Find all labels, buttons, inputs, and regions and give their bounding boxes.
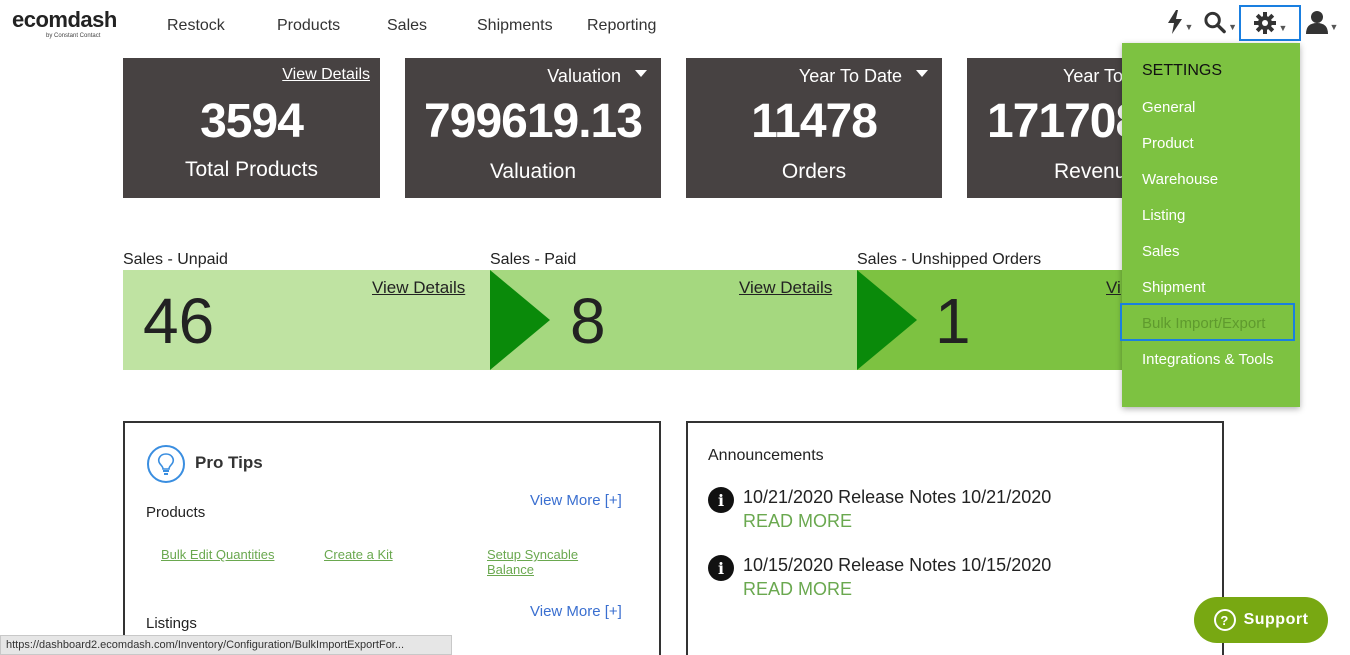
- lightning-icon: [1167, 10, 1182, 34]
- tile-value: 3594: [200, 95, 304, 148]
- listings-section-title: Listings: [146, 615, 197, 632]
- tile-valuation: Valuation 799619.13 Valuation: [405, 58, 661, 198]
- sales-paid-strip: 8 View Details: [490, 270, 857, 370]
- settings-item-shipment[interactable]: Shipment: [1142, 279, 1205, 296]
- caret-down-icon[interactable]: [635, 70, 647, 77]
- settings-title: SETTINGS: [1142, 62, 1223, 79]
- sales-value: 46: [143, 285, 215, 357]
- tile-caption: Valuation: [489, 160, 576, 183]
- view-details-link[interactable]: Vi: [1106, 278, 1121, 298]
- pro-tips-panel: Pro Tips Products View More [+] Bulk Edi…: [123, 421, 661, 655]
- info-icon: i: [708, 487, 734, 513]
- tile-header[interactable]: Valuation: [547, 66, 621, 87]
- tile-value: 799619.13: [424, 95, 643, 148]
- nav-sales[interactable]: Sales: [387, 17, 427, 35]
- question-icon: ?: [1213, 609, 1236, 631]
- info-icon: i: [708, 555, 734, 581]
- pro-tips-title: Pro Tips: [195, 453, 263, 472]
- read-more-link[interactable]: READ MORE: [743, 511, 852, 532]
- lightning-menu[interactable]: ▼: [1163, 6, 1197, 38]
- tip-link-syncable-balance[interactable]: Setup Syncable Balance: [487, 547, 607, 577]
- settings-item-warehouse[interactable]: Warehouse: [1142, 171, 1218, 188]
- products-section-title: Products: [146, 504, 206, 521]
- tile-caption: Revenu: [1054, 160, 1127, 183]
- nav-shipments[interactable]: Shipments: [477, 17, 553, 35]
- settings-menu-button[interactable]: ▼: [1239, 5, 1301, 41]
- view-more-listings-link[interactable]: View More [+]: [530, 603, 622, 620]
- sales-unpaid-strip: 46 View Details: [123, 270, 490, 370]
- sales-unshipped-label: Sales - Unshipped Orders: [857, 251, 1042, 268]
- sales-unpaid-label: Sales - Unpaid: [123, 251, 228, 268]
- announcements-panel: Announcements i 10/21/2020 Release Notes…: [686, 421, 1224, 655]
- chevron-down-icon: ▼: [1184, 22, 1194, 32]
- logo-sub: by Constant Contact: [46, 33, 101, 39]
- arrow-right-icon: [490, 270, 550, 370]
- arrow-right-icon: [857, 270, 917, 370]
- read-more-link[interactable]: READ MORE: [743, 579, 852, 600]
- tip-link-bulk-edit[interactable]: Bulk Edit Quantities: [161, 547, 274, 562]
- tile-orders: Year To Date 11478 Orders: [686, 58, 942, 198]
- nav-products[interactable]: Products: [277, 17, 340, 35]
- ecomdash-logo[interactable]: ecomdash by Constant Contact: [12, 8, 122, 44]
- logo-brand: ecomdash: [12, 7, 117, 32]
- settings-item-product[interactable]: Product: [1142, 135, 1194, 152]
- tile-header[interactable]: Year To Date: [799, 66, 902, 87]
- chevron-down-icon: ▼: [1329, 22, 1339, 32]
- status-bar-url: https://dashboard2.ecomdash.com/Inventor…: [0, 635, 452, 655]
- caret-down-icon[interactable]: [916, 70, 928, 77]
- tile-value: 11478: [751, 95, 878, 148]
- nav-reporting[interactable]: Reporting: [587, 17, 656, 35]
- view-details-link[interactable]: View Details: [282, 66, 370, 84]
- sales-unshipped-strip: 1 Vi: [857, 270, 1122, 370]
- tip-link-create-kit[interactable]: Create a Kit: [324, 547, 393, 562]
- settings-item-integrations-tools[interactable]: Integrations & Tools: [1142, 351, 1273, 368]
- support-button[interactable]: ? Support: [1194, 597, 1328, 643]
- announcements-title: Announcements: [708, 447, 824, 464]
- tile-value: 171708: [987, 95, 1127, 148]
- settings-item-listing[interactable]: Listing: [1142, 207, 1185, 224]
- tile-revenue: Year To 171708 Revenu: [967, 58, 1127, 198]
- gear-icon: [1253, 12, 1276, 34]
- chevron-down-icon: ▼: [1228, 22, 1237, 32]
- search-icon: [1204, 11, 1226, 34]
- settings-item-sales[interactable]: Sales: [1142, 243, 1180, 260]
- announcement-text: 10/15/2020 Release Notes 10/15/2020: [743, 555, 1052, 575]
- settings-item-general[interactable]: General: [1142, 99, 1195, 116]
- tile-header[interactable]: Year To: [1063, 66, 1123, 87]
- announcement-text: 10/21/2020 Release Notes 10/21/2020: [743, 487, 1052, 507]
- tile-total-products: View Details 3594 Total Products: [123, 58, 380, 198]
- user-menu[interactable]: ▼: [1304, 6, 1340, 38]
- view-details-link[interactable]: View Details: [372, 278, 465, 298]
- sales-value: 1: [935, 285, 971, 357]
- search-menu[interactable]: ▼: [1203, 6, 1237, 38]
- view-more-products-link[interactable]: View More [+]: [530, 492, 622, 509]
- settings-dropdown: SETTINGS General Product Warehouse Listi…: [1120, 43, 1300, 407]
- tile-caption: Orders: [781, 160, 847, 183]
- support-label: Support: [1243, 611, 1309, 628]
- lightbulb-icon: [147, 445, 185, 483]
- sales-value: 8: [570, 285, 606, 357]
- nav-restock[interactable]: Restock: [167, 17, 225, 35]
- tile-caption: Total Products: [184, 158, 319, 181]
- chevron-down-icon: ▼: [1278, 23, 1288, 33]
- view-details-link[interactable]: View Details: [739, 278, 832, 298]
- sales-paid-label: Sales - Paid: [490, 251, 577, 268]
- user-icon: [1305, 11, 1328, 34]
- settings-item-bulk-import-export[interactable]: Bulk Import/Export: [1142, 315, 1265, 332]
